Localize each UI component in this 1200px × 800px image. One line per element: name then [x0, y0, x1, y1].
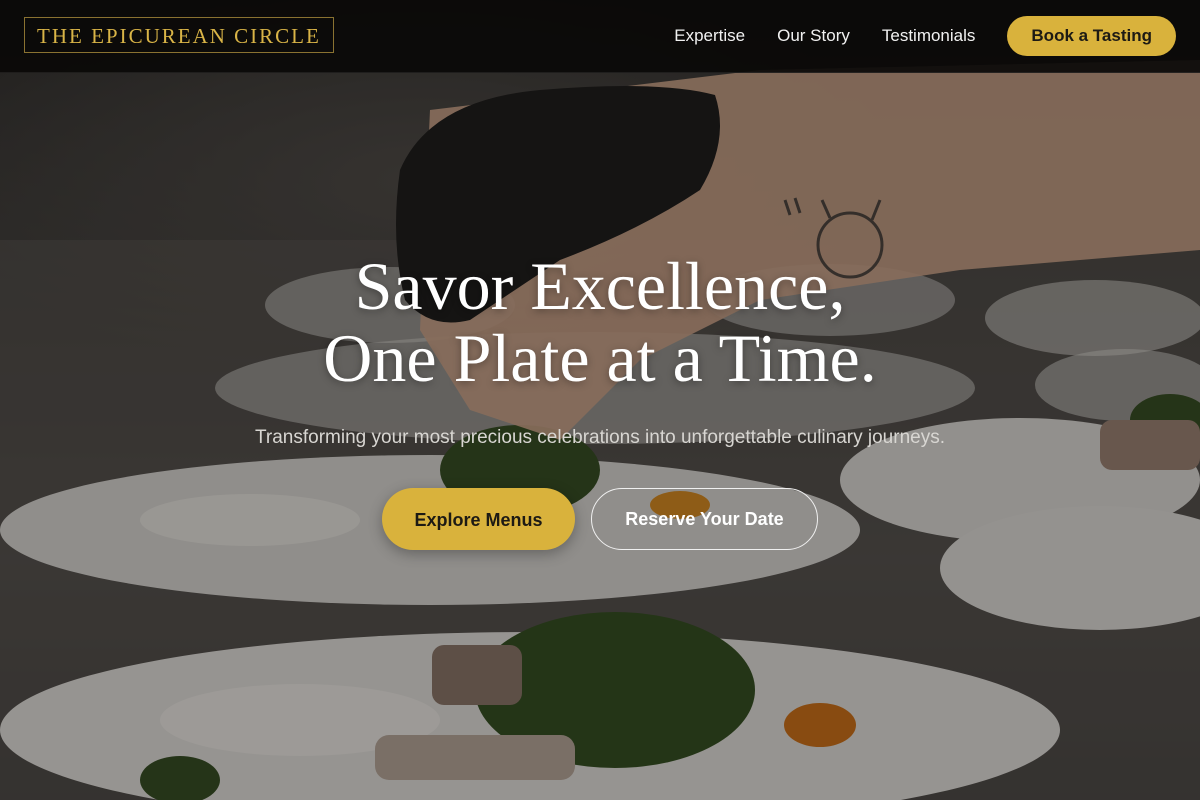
- nav-link-testimonials[interactable]: Testimonials: [882, 26, 976, 46]
- explore-menus-button[interactable]: Explore Menus: [382, 488, 575, 550]
- main-nav: Expertise Our Story Testimonials Book a …: [674, 16, 1176, 56]
- nav-link-expertise[interactable]: Expertise: [674, 26, 745, 46]
- nav-link-our-story[interactable]: Our Story: [777, 26, 850, 46]
- hero-section: Savor Excellence, One Plate at a Time. T…: [0, 250, 1200, 550]
- hero-subtitle: Transforming your most precious celebrat…: [255, 427, 945, 448]
- site-header: THE EPICUREAN CIRCLE Expertise Our Story…: [0, 0, 1200, 73]
- hero-title: Savor Excellence, One Plate at a Time.: [0, 250, 1200, 394]
- hero-title-line-1: Savor Excellence,: [354, 248, 846, 324]
- reserve-your-date-button[interactable]: Reserve Your Date: [591, 488, 818, 550]
- book-a-tasting-button[interactable]: Book a Tasting: [1007, 16, 1176, 56]
- site-logo[interactable]: THE EPICUREAN CIRCLE: [24, 17, 334, 53]
- hero-title-line-2: One Plate at a Time.: [323, 320, 877, 396]
- hero-button-group: Explore Menus Reserve Your Date: [0, 488, 1200, 550]
- landing-page: THE EPICUREAN CIRCLE Expertise Our Story…: [0, 0, 1200, 800]
